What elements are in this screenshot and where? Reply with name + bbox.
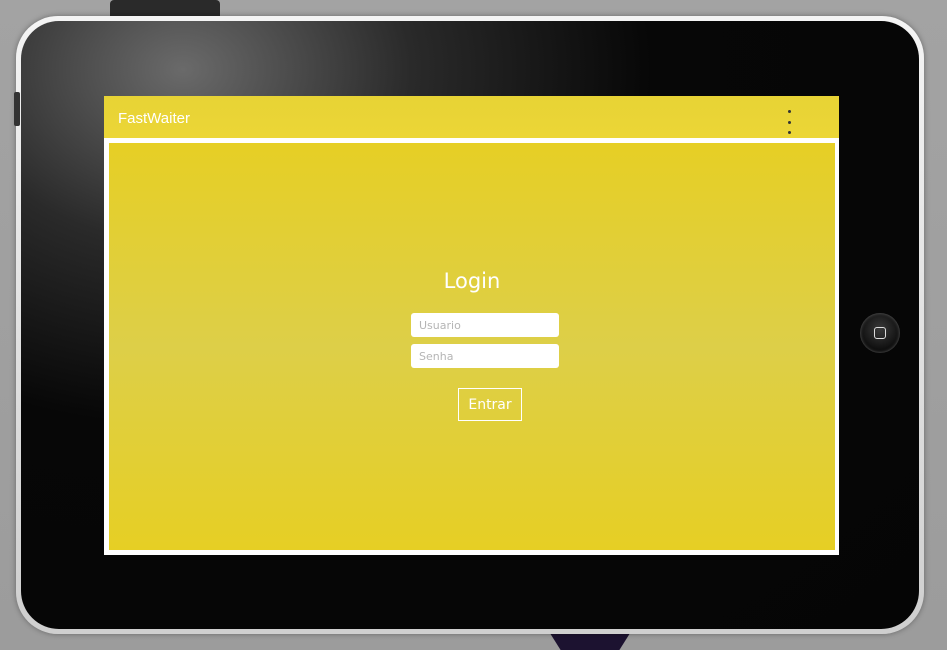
menu-dot [787,131,791,134]
username-input[interactable] [411,313,559,337]
background: FastWaiter Login Entrar [0,0,947,650]
menu-dot [787,120,791,124]
login-panel: Login Entrar [109,143,835,550]
password-input[interactable] [411,344,559,368]
app-screen: FastWaiter Login Entrar [104,96,839,555]
tablet-side-button [14,92,20,126]
login-button[interactable]: Entrar [458,388,522,421]
app-title: FastWaiter [118,110,190,127]
overflow-menu-icon[interactable] [784,110,794,134]
home-button-icon[interactable] [860,313,900,353]
menu-dot [787,110,791,113]
home-square-icon [874,327,886,339]
app-bar: FastWaiter [104,96,839,138]
login-heading: Login [443,269,501,293]
